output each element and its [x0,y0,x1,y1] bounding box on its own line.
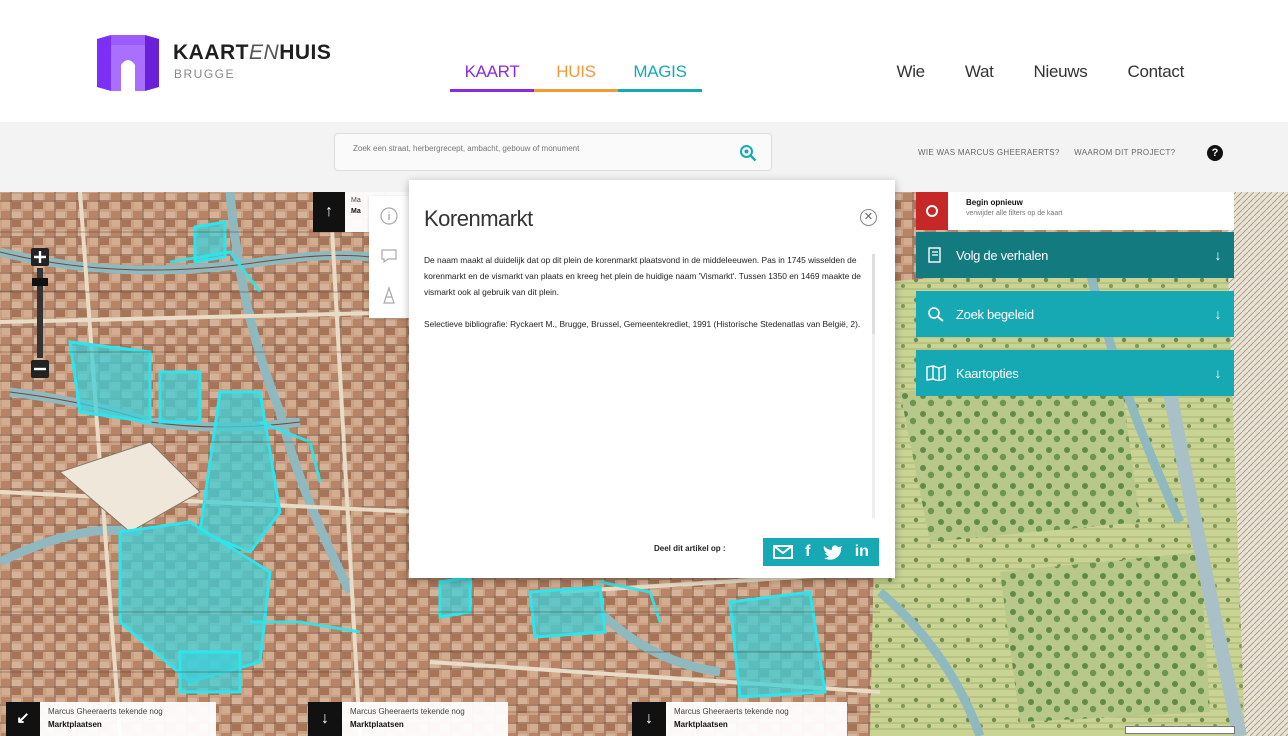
menu-guided-search[interactable]: Zoek begeleid ↓ [916,291,1234,337]
menu-label: Kaartopties [956,365,1019,381]
tab-kaart[interactable]: KAART [450,58,534,92]
chevron-down-icon: ↓ [1214,365,1222,381]
map-pin-tooltip[interactable]: ↓ Marcus Gheeraerts tekende nog Marktpla… [632,702,847,736]
menu-follow-stories[interactable]: Volg de verhalen ↓ [916,232,1234,278]
restart-subtitle: verwijder alle filters op de kaart [966,210,1063,217]
link-why-project[interactable]: WAAROM DIT PROJECT? [1074,148,1175,157]
article-body: De naam maakt al duidelijk dat op dit pl… [424,252,862,348]
logo-title: KAARTENHUIS [173,41,332,64]
map-pin-tooltip[interactable]: ↙ Marcus Gheeraerts tekende nog Marktpla… [6,702,216,736]
share-label: Deel dit artikel op : [654,544,726,553]
arrow-down-icon: ↓ [308,702,342,736]
book-icon [916,247,956,263]
info-icon [380,207,398,225]
top-navigation: Wie Wat Nieuws Contact [856,62,1184,82]
chevron-down-icon: ↓ [1214,306,1222,322]
nav-wat[interactable]: Wat [965,62,994,82]
restart-title: Begin opnieuw [966,198,1023,207]
location-button[interactable] [369,276,409,316]
tab-huis[interactable]: HUIS [534,58,618,92]
pin-line2: Marktplaatsen [350,720,404,729]
pin-line1: Marcus Gheeraerts tekende nog [350,707,465,716]
linkedin-icon[interactable]: in [855,543,869,561]
nav-wie[interactable]: Wie [896,62,925,82]
logo-mark-icon [97,35,159,91]
chevron-down-icon: ↓ [1214,247,1222,263]
site-header: KAARTENHUIS BRUGGE KAART HUIS MAGIS Wie … [0,0,1288,122]
article-bibliography: Selectieve bibliografie: Ryckaert M., Br… [424,319,861,329]
info-button[interactable] [369,196,409,236]
arrow-down-icon: ↓ [632,702,666,736]
pin-top-line1: Ma [351,197,361,204]
help-icon[interactable]: ? [1207,145,1223,161]
tab-magis[interactable]: MAGIS [618,58,702,92]
comment-icon [381,249,397,264]
map-icon [916,365,956,381]
article-title: Korenmarkt [424,206,533,231]
page: KAARTENHUIS BRUGGE KAART HUIS MAGIS Wie … [0,0,1288,736]
menu-label: Volg de verhalen [956,247,1049,263]
logo-subtitle: BRUGGE [174,67,236,81]
search-guided-icon [916,306,956,322]
link-who-was-gheeraerts[interactable]: WIE WAS MARCUS GHEERAERTS? [918,148,1060,157]
pin-line2: Marktplaatsen [48,720,102,729]
map-pin-tooltip[interactable]: ↓ Marcus Gheeraerts tekende nog Marktpla… [308,702,508,736]
logo[interactable]: KAARTENHUIS BRUGGE [97,35,347,95]
close-icon[interactable]: ✕ [860,209,877,226]
facebook-icon[interactable]: f [805,543,810,561]
pin-line1: Marcus Gheeraerts tekende nog [48,707,163,716]
menu-map-options[interactable]: Kaartopties ↓ [916,350,1234,396]
pin-top-line2: Ma [351,208,361,215]
search-icon[interactable] [739,144,757,162]
restart-icon [916,192,948,230]
arrow-up-icon: ↑ [313,192,345,232]
article-tools [369,196,409,318]
monument-icon [383,286,395,304]
article-scrollbar[interactable] [872,254,875,518]
search-box [334,133,772,171]
arrow-diagonal-icon: ↙ [6,702,40,736]
zoom-control[interactable] [28,248,52,378]
help-links: WIE WAS MARCUS GHEERAERTS? WAAROM DIT PR… [918,148,1187,157]
map-scale-bar [1125,726,1235,734]
article-paragraph: De naam maakt al duidelijk dat op dit pl… [424,255,861,297]
mail-icon[interactable] [773,544,794,560]
pin-line1: Marcus Gheeraerts tekende nog [674,707,789,716]
article-panel: Korenmarkt ✕ De naam maakt al duidelijk … [409,180,895,578]
share-bar: f in [763,538,879,566]
nav-nieuws[interactable]: Nieuws [1034,62,1088,82]
main-tabs: KAART HUIS MAGIS [450,58,702,92]
twitter-icon[interactable] [823,544,843,560]
search-input[interactable] [353,144,733,153]
nav-contact[interactable]: Contact [1128,62,1185,82]
restart-button[interactable]: Begin opnieuw verwijder alle filters op … [916,192,1234,230]
comment-button[interactable] [369,236,409,276]
pin-line2: Marktplaatsen [674,720,728,729]
menu-label: Zoek begeleid [956,306,1034,322]
